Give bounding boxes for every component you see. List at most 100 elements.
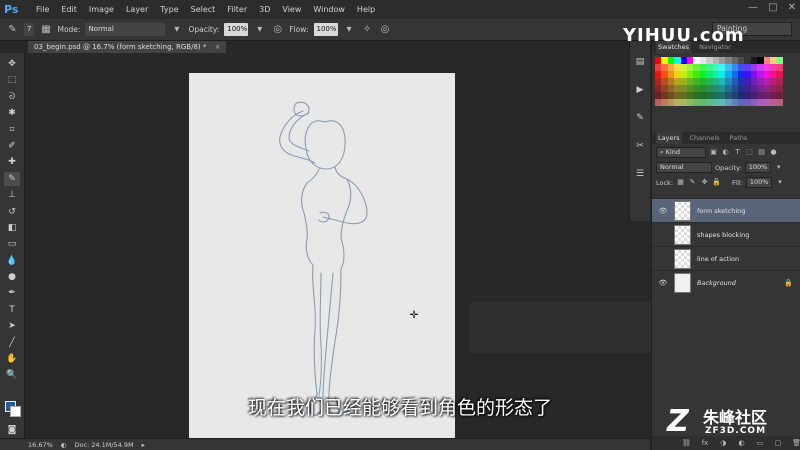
menu-3d[interactable]: 3D [253, 0, 276, 19]
minimize-icon[interactable]: — [748, 2, 758, 13]
color-swatch[interactable] [776, 64, 783, 71]
pressure-opacity-icon[interactable]: ◎ [271, 23, 284, 36]
canvas-area[interactable]: ✛ [26, 53, 626, 438]
marquee-tool-icon[interactable]: ⬚ [4, 73, 20, 87]
zoom-tool-icon[interactable]: 🔍 [4, 368, 20, 382]
filter-toggle-icon[interactable]: ● [769, 148, 778, 157]
lock-transparency-icon[interactable]: ▦ [676, 178, 685, 187]
menu-file[interactable]: File [30, 0, 55, 19]
maximize-icon[interactable]: □ [768, 2, 777, 13]
lock-position-icon[interactable]: ✥ [700, 178, 709, 187]
chevron-down-icon[interactable]: ▾ [170, 23, 183, 36]
tool-presets-icon[interactable]: ✂ [633, 139, 647, 153]
opacity-label: Opacity: [188, 25, 220, 34]
close-icon[interactable]: ✕ [788, 2, 796, 13]
move-tool-icon[interactable]: ✥ [4, 57, 20, 71]
eye-icon[interactable]: 👁 [658, 278, 668, 288]
flow-field[interactable]: 100% [313, 23, 338, 36]
opacity-field[interactable]: 100% [224, 23, 249, 36]
menu-help[interactable]: Help [351, 0, 381, 19]
layer-row-form-sketching[interactable]: 👁 form sketching [652, 198, 800, 222]
menu-type[interactable]: Type [154, 0, 184, 19]
status-menu-icon[interactable]: ▸ [142, 441, 145, 449]
color-swatch[interactable] [776, 71, 783, 78]
pen-tool-icon[interactable]: ✒ [4, 286, 20, 300]
brush-preset-icon[interactable]: ✎ [6, 23, 19, 36]
close-icon[interactable]: × [215, 43, 221, 51]
tab-layers[interactable]: Layers [656, 132, 682, 144]
eyedropper-tool-icon[interactable]: ✐ [4, 139, 20, 153]
zoom-level[interactable]: 16.67% [28, 441, 53, 449]
layer-row-background[interactable]: 👁 Background 🔒 [652, 270, 800, 294]
blend-mode-select[interactable]: Normal [656, 162, 712, 173]
color-swatch[interactable] [776, 85, 783, 92]
brush-size-field[interactable]: 7 [24, 23, 35, 36]
filter-smart-object-icon[interactable]: ▤ [757, 148, 766, 157]
color-swatch[interactable] [776, 99, 783, 106]
brush-panel-icon[interactable]: ▦ [39, 23, 52, 36]
chevron-down-icon[interactable]: ▾ [774, 163, 783, 172]
lock-pixels-icon[interactable]: ✎ [688, 178, 697, 187]
dodge-tool-icon[interactable]: ● [4, 270, 20, 284]
filter-adjustment-icon[interactable]: ◐ [721, 148, 730, 157]
clone-stamp-tool-icon[interactable]: ⊥ [4, 188, 20, 202]
quick-mask-icon[interactable]: ◙ [4, 423, 20, 437]
menu-filter[interactable]: Filter [221, 0, 253, 19]
hand-tool-icon[interactable]: ✋ [4, 352, 20, 366]
filter-shape-icon[interactable]: ⬚ [745, 148, 754, 157]
color-swatch[interactable] [776, 57, 783, 64]
lock-all-icon[interactable]: 🔒 [712, 178, 721, 187]
status-info-icon[interactable]: ◐ [61, 441, 67, 449]
tab-paths[interactable]: Paths [728, 132, 750, 144]
layer-row-shapes-blocking[interactable]: shapes blocking [652, 222, 800, 246]
history-panel-icon[interactable]: ▤ [633, 55, 647, 69]
filter-pixel-icon[interactable]: ▣ [709, 148, 718, 157]
pressure-size-icon[interactable]: ◎ [379, 23, 392, 36]
filter-kind-select[interactable]: ⌕ Kind [656, 147, 706, 158]
document-tab[interactable]: 03_begin.psd @ 16.7% (form sketching, RG… [28, 41, 227, 53]
layer-controls: ⌕ Kind ▣ ◐ T ⬚ ▤ ● Normal Opacity: 100% … [652, 144, 800, 191]
menu-edit[interactable]: Edit [55, 0, 83, 19]
line-tool-icon[interactable]: ╱ [4, 336, 20, 350]
eye-hidden-icon[interactable] [658, 254, 668, 264]
crop-tool-icon[interactable]: ⌗ [4, 123, 20, 137]
filter-type-icon[interactable]: T [733, 148, 742, 157]
watermark-bottom: Z 朱峰社区 ZF3D.COM [667, 404, 797, 444]
layer-opacity-field[interactable]: 100% [744, 162, 772, 173]
document-canvas[interactable] [189, 73, 455, 438]
lasso-tool-icon[interactable]: ᘐ [4, 90, 20, 104]
mode-select[interactable]: Normal [85, 23, 166, 36]
healing-brush-tool-icon[interactable]: ✚ [4, 155, 20, 169]
menu-window[interactable]: Window [307, 0, 351, 19]
history-brush-tool-icon[interactable]: ↺ [4, 205, 20, 219]
type-tool-icon[interactable]: T [4, 303, 20, 317]
layer-list: 👁 form sketching shapes blocking line of… [652, 198, 800, 294]
menu-image[interactable]: Image [83, 0, 120, 19]
eye-hidden-icon[interactable] [658, 230, 668, 240]
collapsed-panel-icons: ▤ ▶ ✎ ✂ ☰ [629, 41, 650, 221]
tab-channels[interactable]: Channels [688, 132, 722, 144]
swatch-grid[interactable] [655, 57, 797, 106]
menu-layer[interactable]: Layer [120, 0, 154, 19]
fill-label: Fill: [732, 178, 743, 187]
menu-select[interactable]: Select [185, 0, 222, 19]
gradient-tool-icon[interactable]: ▭ [4, 237, 20, 251]
layer-row-line-of-action[interactable]: line of action [652, 246, 800, 270]
eye-icon[interactable]: 👁 [658, 206, 668, 216]
blur-tool-icon[interactable]: 💧 [4, 254, 20, 268]
brush-presets-icon[interactable]: ✎ [633, 111, 647, 125]
quick-select-tool-icon[interactable]: ✱ [4, 106, 20, 120]
color-swatch[interactable] [776, 92, 783, 99]
fill-field[interactable]: 100% [745, 177, 773, 188]
menu-view[interactable]: View [276, 0, 307, 19]
adjustments-panel-icon[interactable]: ☰ [633, 167, 647, 181]
chevron-down-icon[interactable]: ▾ [343, 23, 356, 36]
chevron-down-icon[interactable]: ▾ [775, 178, 784, 187]
path-select-tool-icon[interactable]: ➤ [4, 319, 20, 333]
actions-panel-icon[interactable]: ▶ [633, 83, 647, 97]
eraser-tool-icon[interactable]: ◧ [4, 221, 20, 235]
chevron-down-icon[interactable]: ▾ [253, 23, 266, 36]
brush-tool-icon[interactable]: ✎ [4, 171, 20, 186]
color-swatch[interactable] [776, 78, 783, 85]
airbrush-icon[interactable]: ✧ [361, 23, 374, 36]
